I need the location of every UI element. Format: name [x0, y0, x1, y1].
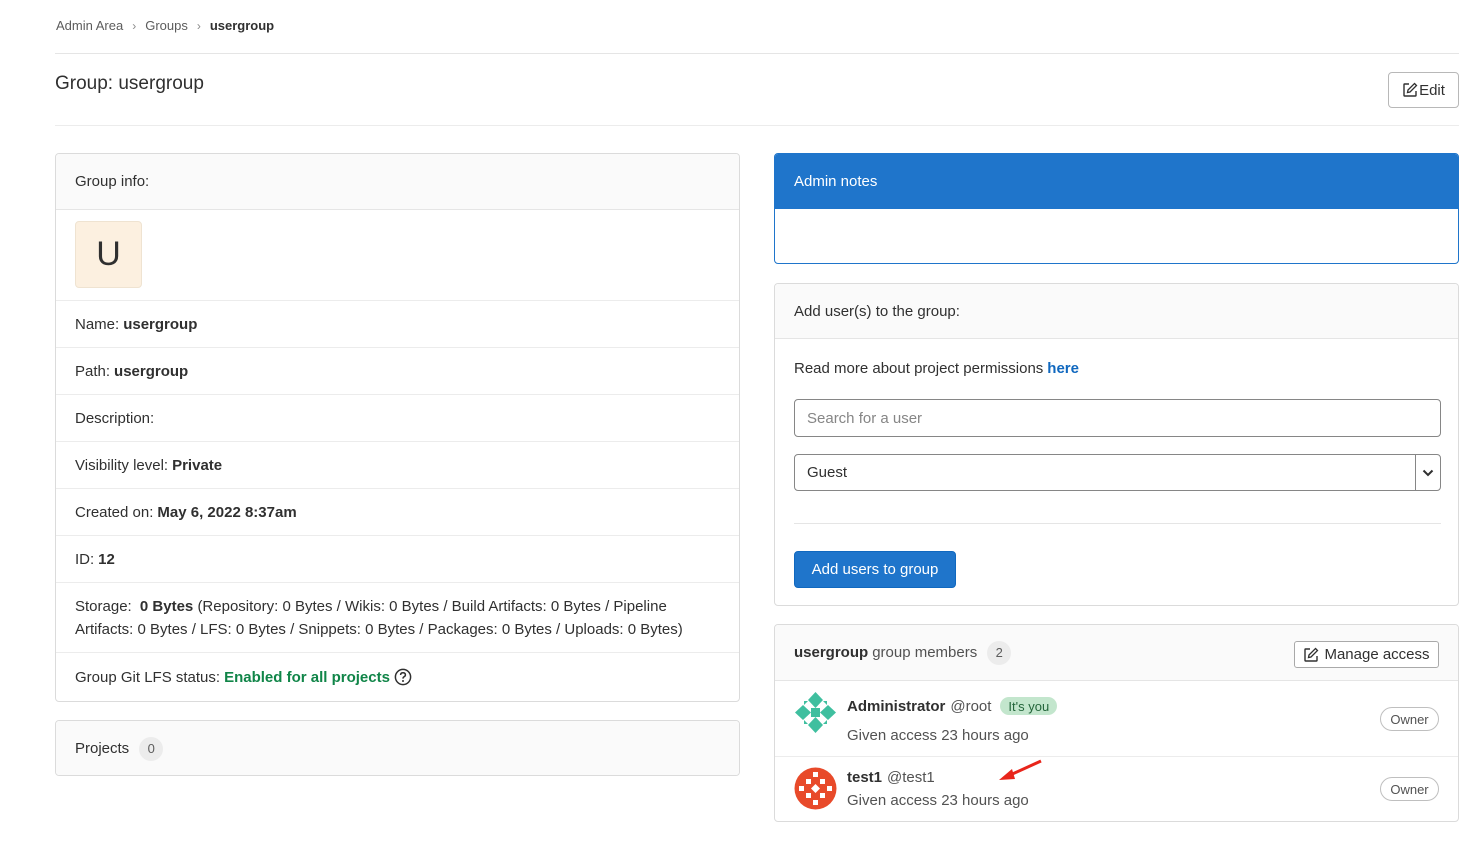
member-row: test1 @test1 Given access 23 hours ago O… — [775, 757, 1458, 821]
group-info-header: Group info: — [56, 154, 739, 210]
members-header-suffix: group members — [872, 644, 978, 661]
role-select-value: Guest — [807, 464, 848, 481]
breadcrumb-admin-area[interactable]: Admin Area — [56, 18, 123, 33]
name-label: Name: — [75, 315, 120, 333]
edit-button[interactable]: Edit — [1388, 72, 1459, 108]
info-row-name: Name: usergroup — [56, 301, 739, 348]
permissions-link[interactable]: here — [1047, 360, 1079, 377]
id-value: 12 — [98, 550, 115, 568]
projects-count-badge: 0 — [139, 736, 164, 761]
visibility-value: Private — [172, 456, 223, 474]
info-row-lfs: Group Git LFS status: Enabled for all pr… — [56, 653, 739, 701]
add-users-card: Add user(s) to the group: Read more abou… — [774, 283, 1459, 606]
member-username: @test1 — [887, 769, 935, 786]
avatar-row: U — [56, 210, 739, 301]
question-circle-icon[interactable] — [394, 668, 412, 686]
divider — [794, 523, 1441, 524]
pencil-square-icon — [1403, 82, 1418, 97]
add-users-header: Add user(s) to the group: — [775, 284, 1458, 339]
member-name-line: Administrator @root It's you — [847, 697, 1058, 715]
chevron-down-icon — [1415, 455, 1440, 490]
members-count-badge: 2 — [987, 640, 1012, 665]
admin-notes-header: Admin notes — [775, 154, 1458, 209]
manage-access-button[interactable]: Manage access — [1294, 641, 1439, 668]
member-access-text: Given access 23 hours ago — [847, 792, 1029, 809]
edit-button-label: Edit — [1419, 81, 1445, 99]
breadcrumb: Admin Area › Groups › usergroup — [56, 18, 274, 33]
page-title: Group: usergroup — [55, 73, 204, 94]
group-members-card: usergroup group members 2 Manage access — [774, 624, 1459, 822]
created-value: May 6, 2022 8:37am — [157, 503, 297, 521]
storage-value: 0 Bytes — [139, 598, 194, 615]
path-label: Path: — [75, 362, 111, 380]
role-badge: Owner — [1380, 777, 1439, 801]
info-row-path: Path: usergroup — [56, 348, 739, 395]
storage-label: Storage: — [75, 598, 132, 615]
lfs-label: Group Git LFS status: — [75, 668, 221, 686]
admin-group-page: Admin Area › Groups › usergroup Group: u… — [0, 0, 1481, 841]
pencil-square-icon — [1304, 647, 1319, 662]
member-name[interactable]: Administrator — [847, 698, 945, 715]
breadcrumb-groups[interactable]: Groups — [145, 18, 188, 33]
members-header: usergroup group members 2 Manage access — [775, 625, 1458, 681]
annotation-arrow-icon — [999, 759, 1042, 780]
created-label: Created on: — [75, 503, 154, 521]
chevron-right-icon: › — [132, 18, 137, 33]
path-value: usergroup — [114, 362, 189, 380]
admin-notes-card: Admin notes — [774, 153, 1459, 264]
description-label: Description: — [75, 409, 155, 427]
projects-label: Projects — [75, 740, 130, 757]
info-row-created: Created on: May 6, 2022 8:37am — [56, 489, 739, 536]
lfs-status-value: Enabled for all projects — [224, 668, 390, 686]
permissions-label: Read more about project permissions — [794, 360, 1044, 377]
group-avatar: U — [75, 221, 142, 288]
add-users-button[interactable]: Add users to group — [794, 551, 956, 588]
divider — [55, 53, 1459, 54]
divider — [55, 125, 1459, 126]
its-you-badge: It's you — [1000, 697, 1058, 715]
member-row: Administrator @root It's you Given acces… — [775, 681, 1458, 757]
role-badge: Owner — [1380, 707, 1439, 731]
member-username: @root — [950, 697, 992, 715]
role-select[interactable]: Guest — [794, 454, 1441, 491]
user-search-input[interactable] — [794, 399, 1441, 437]
members-group-name: usergroup — [794, 644, 869, 661]
info-row-storage: Storage: 0 Bytes (Repository: 0 Bytes / … — [56, 583, 739, 653]
member-access-text: Given access 23 hours ago — [847, 727, 1029, 744]
avatar[interactable] — [793, 690, 838, 735]
info-row-id: ID: 12 — [56, 536, 739, 583]
manage-access-label: Manage access — [1324, 646, 1430, 663]
group-info-card: Group info: U Name: usergroup Path: user… — [55, 153, 740, 702]
info-row-visibility: Visibility level: Private — [56, 442, 739, 489]
name-value: usergroup — [123, 315, 198, 333]
member-name[interactable]: test1 — [847, 769, 882, 786]
projects-card: Projects 0 — [55, 720, 740, 776]
projects-header: Projects 0 — [56, 721, 739, 775]
breadcrumb-current[interactable]: usergroup — [210, 18, 274, 33]
member-name-line: test1 @test1 — [847, 769, 935, 786]
permissions-text: Read more about project permissions here — [794, 360, 1079, 377]
avatar[interactable] — [793, 766, 838, 811]
id-label: ID: — [75, 550, 95, 568]
info-row-description: Description: — [56, 395, 739, 442]
visibility-label: Visibility level: — [75, 456, 169, 474]
chevron-right-icon: › — [196, 18, 201, 33]
